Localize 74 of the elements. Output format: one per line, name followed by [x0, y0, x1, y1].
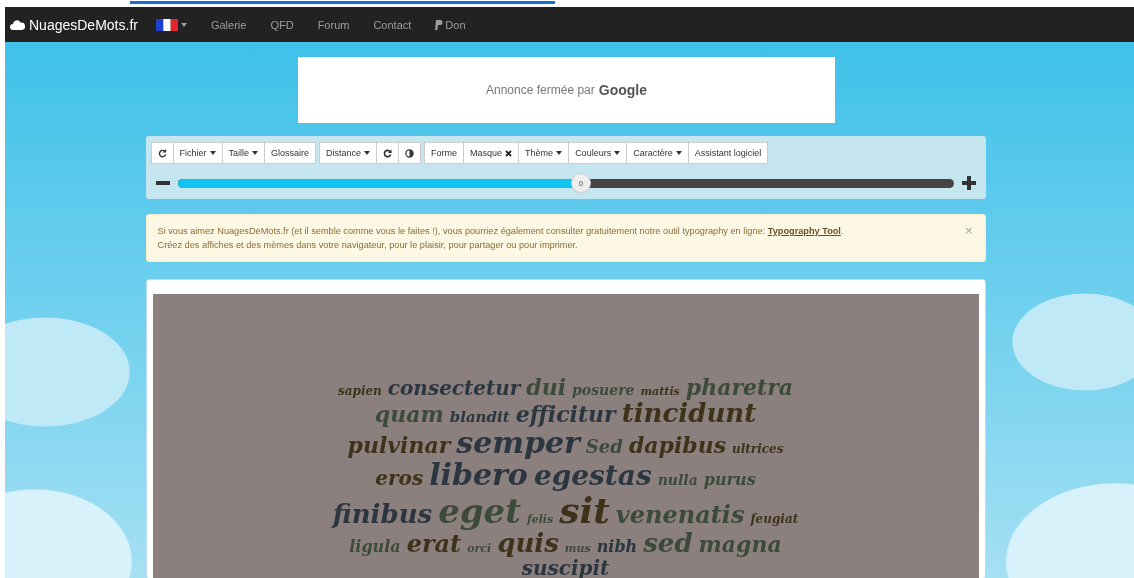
cloud-word: sed — [643, 530, 693, 556]
icon-button[interactable] — [376, 142, 400, 164]
cloud-word: sit — [559, 492, 610, 528]
flag-icon — [155, 18, 178, 31]
alert-text: Créez des affiches et des mèmes dans votre navigateur, pour le plaisir, pour partager ou pour imprimer. — [157, 239, 579, 252]
cloud-word: egestas — [533, 462, 652, 490]
refresh-icon — [157, 148, 167, 158]
dropdown-button[interactable]: Taille — [221, 142, 266, 164]
close-icon — [505, 149, 513, 157]
contrast-icon — [405, 148, 415, 158]
nav-link[interactable]: Contact — [361, 18, 424, 31]
nav-link[interactable]: Forum — [305, 18, 362, 31]
cloud-word: nibh — [596, 539, 638, 555]
caret-icon — [180, 22, 187, 27]
alert-text: Si vous aimez NuagesDeMots.fr (et il semble comme vous le faites !), vous pourriez également consulter gratuitement notre outil typography en ligne: Typography Tool. — [157, 225, 845, 238]
toolbar-button[interactable]: Assistant logiciel — [687, 142, 769, 164]
cloud-word: venenatis — [615, 503, 745, 527]
dropdown-button[interactable]: Fichier — [172, 142, 223, 164]
nav-link[interactable]: Galerie — [198, 18, 259, 31]
toolbar-button[interactable]: Glossaire — [264, 142, 317, 164]
cloud-word: feugiat — [750, 513, 799, 525]
cloud-word: ultrices — [732, 443, 784, 455]
brand-link[interactable]: NuagesDeMots.fr — [10, 16, 138, 33]
cloud-word: nulla — [657, 473, 698, 487]
cloud-word: magna — [698, 533, 782, 555]
cloud-word: pharetra — [685, 376, 793, 398]
icon-button[interactable] — [398, 142, 422, 164]
ad-text: Annonce fermée par — [486, 83, 595, 97]
caret-icon — [209, 151, 216, 155]
dropdown-button[interactable]: Distance — [319, 142, 378, 164]
plus-icon[interactable] — [961, 176, 976, 190]
cloud-word: sapien — [338, 385, 382, 397]
dropdown-button[interactable]: Couleurs — [568, 142, 628, 164]
nav-link[interactable]: Don — [423, 18, 478, 31]
cloud-word: felis — [526, 514, 554, 525]
caret-icon — [252, 151, 259, 155]
cloud-word: erat — [406, 532, 462, 556]
cloud-word: posuere — [572, 383, 635, 397]
cloud-word: finibus — [332, 501, 433, 527]
cloud-word: mattis — [640, 386, 680, 397]
cloud-word: consectetur — [387, 378, 521, 398]
cloud-word: orci — [467, 543, 492, 554]
cloud-word: blandit — [449, 410, 510, 425]
cloud-word: quis — [497, 530, 559, 556]
dropdown-button[interactable]: Thème — [518, 142, 570, 164]
caret-icon — [364, 151, 371, 155]
toolbar-button[interactable]: Forme — [424, 142, 465, 164]
caret-icon — [675, 151, 682, 155]
cloud-word: Sed — [585, 438, 623, 456]
dropdown-button[interactable]: Caractère — [626, 142, 689, 164]
cloud-word: semper — [456, 428, 580, 458]
typography-tool-link[interactable]: Typography Tool — [767, 226, 841, 236]
caret-icon — [614, 151, 621, 155]
cloud-word: eget — [438, 494, 521, 528]
cloud-word: purus — [703, 472, 756, 488]
cloud-word: dapibus — [628, 434, 727, 456]
cloud-word: quam — [374, 403, 444, 425]
cloud-word: eros — [375, 468, 424, 488]
icon-button[interactable] — [150, 142, 174, 164]
cloud-word: libero — [429, 460, 528, 490]
cloud-word: ligula — [349, 539, 401, 555]
toolbar-button[interactable]: Masque — [463, 142, 520, 164]
minus-icon[interactable] — [155, 181, 170, 185]
cloud-word: efficitur — [515, 403, 616, 425]
nav-link[interactable]: QFD — [258, 18, 306, 31]
cloud-icon — [10, 19, 25, 30]
cloud-word: pulvinar — [347, 434, 451, 456]
caret-icon — [556, 151, 563, 155]
cloud-word: dui — [526, 376, 567, 398]
cloud-word: tincidunt — [621, 400, 757, 426]
redo-icon — [383, 148, 393, 158]
cloud-word: mus — [564, 543, 591, 554]
ad-brand: Google — [598, 82, 647, 98]
paypal-icon — [435, 19, 444, 30]
